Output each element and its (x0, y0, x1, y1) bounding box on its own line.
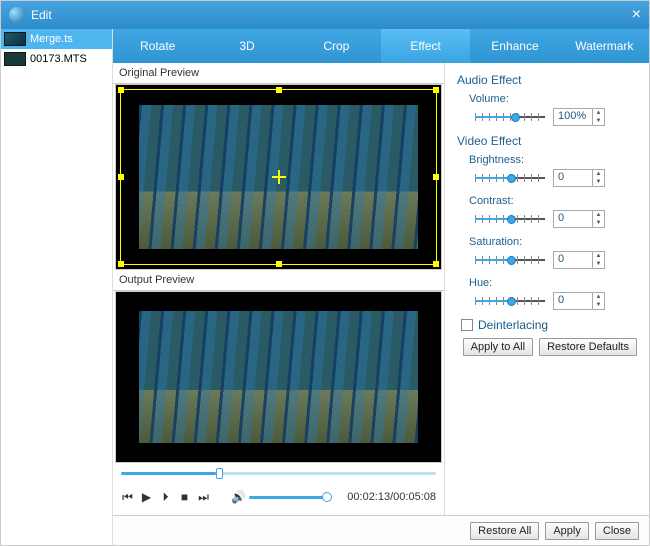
prev-button[interactable]: ⏮ (121, 491, 134, 504)
tab-effect[interactable]: Effect (381, 29, 470, 63)
video-frame-original (139, 105, 419, 249)
edit-window: Edit × Merge.ts 00173.MTS Rotate 3D Crop… (0, 0, 650, 546)
spin-down-icon[interactable]: ▼ (593, 117, 604, 125)
next-button[interactable]: ⏭ (197, 491, 210, 504)
output-preview (115, 291, 442, 463)
deinterlacing-row[interactable]: Deinterlacing (457, 318, 637, 332)
playback-timeline[interactable] (113, 463, 444, 483)
close-button[interactable]: Close (595, 522, 639, 540)
contrast-row: Contrast: 0▲▼ (457, 195, 637, 228)
tab-enhance[interactable]: Enhance (470, 29, 559, 63)
titlebar: Edit × (1, 1, 649, 29)
video-frame-output (139, 311, 419, 444)
preview-column: Original Preview Output Preview (113, 63, 445, 515)
stop-button[interactable]: ■ (178, 491, 191, 504)
volume-slider[interactable] (475, 111, 545, 123)
contrast-input[interactable]: 0▲▼ (553, 210, 605, 228)
window-title: Edit (31, 8, 52, 22)
file-item-merge[interactable]: Merge.ts (1, 29, 112, 49)
brightness-input[interactable]: 0▲▼ (553, 169, 605, 187)
tab-watermark[interactable]: Watermark (560, 29, 649, 63)
speaker-icon[interactable]: 🔊 (232, 491, 245, 504)
tab-3d[interactable]: 3D (202, 29, 291, 63)
app-logo-icon (9, 7, 25, 23)
original-preview[interactable] (115, 84, 442, 270)
apply-button[interactable]: Apply (545, 522, 589, 540)
volume-control[interactable]: 🔊 (232, 491, 329, 504)
saturation-slider[interactable] (475, 254, 545, 266)
deinterlacing-checkbox[interactable] (461, 319, 473, 331)
restore-defaults-button[interactable]: Restore Defaults (539, 338, 637, 356)
playback-controls: ⏮ ▶ ⏵ ■ ⏭ 🔊 00:02:13/00:05:08 (113, 483, 444, 511)
hue-input[interactable]: 0▲▼ (553, 292, 605, 310)
audio-effect-heading: Audio Effect (457, 73, 637, 87)
spin-up-icon[interactable]: ▲ (593, 109, 604, 117)
effect-panel: Audio Effect Volume: 100% ▲▼ (445, 63, 649, 515)
deinterlacing-label: Deinterlacing (478, 318, 548, 332)
file-thumbnail-icon (4, 32, 26, 46)
output-preview-label: Output Preview (113, 270, 444, 291)
close-icon[interactable]: × (632, 6, 641, 24)
volume-row: Volume: 100% ▲▼ (457, 93, 637, 126)
play-button[interactable]: ▶ (140, 491, 153, 504)
contrast-slider[interactable] (475, 213, 545, 225)
saturation-input[interactable]: 0▲▼ (553, 251, 605, 269)
volume-input[interactable]: 100% ▲▼ (553, 108, 605, 126)
tab-bar: Rotate 3D Crop Effect Enhance Watermark (113, 29, 649, 63)
file-name: 00173.MTS (30, 53, 87, 65)
restore-all-button[interactable]: Restore All (470, 522, 539, 540)
brightness-slider[interactable] (475, 172, 545, 184)
playback-time: 00:02:13/00:05:08 (347, 491, 436, 503)
hue-slider[interactable] (475, 295, 545, 307)
file-thumbnail-icon (4, 52, 26, 66)
tab-crop[interactable]: Crop (292, 29, 381, 63)
file-list: Merge.ts 00173.MTS (1, 29, 113, 545)
file-name: Merge.ts (30, 33, 73, 45)
saturation-row: Saturation: 0▲▼ (457, 236, 637, 269)
tab-rotate[interactable]: Rotate (113, 29, 202, 63)
original-preview-label: Original Preview (113, 63, 444, 84)
hue-row: Hue: 0▲▼ (457, 277, 637, 310)
apply-to-all-button[interactable]: Apply to All (463, 338, 533, 356)
next-frame-button[interactable]: ⏵ (159, 491, 172, 504)
footer: Restore All Apply Close (113, 515, 649, 545)
file-item-00173[interactable]: 00173.MTS (1, 49, 112, 69)
brightness-row: Brightness: 0▲▼ (457, 154, 637, 187)
video-effect-heading: Video Effect (457, 134, 637, 148)
